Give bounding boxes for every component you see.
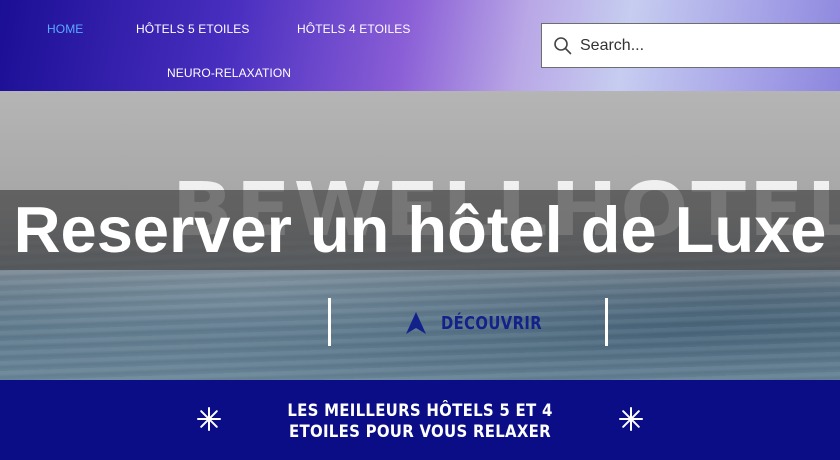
nav-item-hotels-4-etoiles[interactable]: HÔTELS 4 ETOILES [297,22,410,36]
cta-divider-right [605,298,608,346]
search-input[interactable] [580,24,840,67]
tagline-banner: LES MEILLEURS HÔTELS 5 ET 4 ETOILES POUR… [0,380,840,460]
search-icon [554,37,572,55]
discover-button[interactable]: DÉCOUVRIR [405,308,564,338]
navigation-arrow-icon [406,312,426,334]
sparkle-icon [619,407,643,431]
search-box[interactable] [541,23,840,68]
cta-divider-left [328,298,331,346]
nav-item-neuro-relaxation[interactable]: NEURO-RELAXATION [167,66,291,80]
site-header: HOME HÔTELS 5 ETOILES HÔTELS 4 ETOILES N… [0,0,840,91]
nav-item-home[interactable]: HOME [47,22,83,36]
hero-section: BEWELLHOTELS Reserver un hôtel de Luxe D… [0,91,840,380]
sparkle-icon [197,407,221,431]
hero-title: Reserver un hôtel de Luxe [13,193,827,266]
tagline-text: LES MEILLEURS HÔTELS 5 ET 4 ETOILES POUR… [287,401,553,442]
nav-item-hotels-5-etoiles[interactable]: HÔTELS 5 ETOILES [136,22,249,36]
discover-button-label: DÉCOUVRIR [441,312,543,334]
